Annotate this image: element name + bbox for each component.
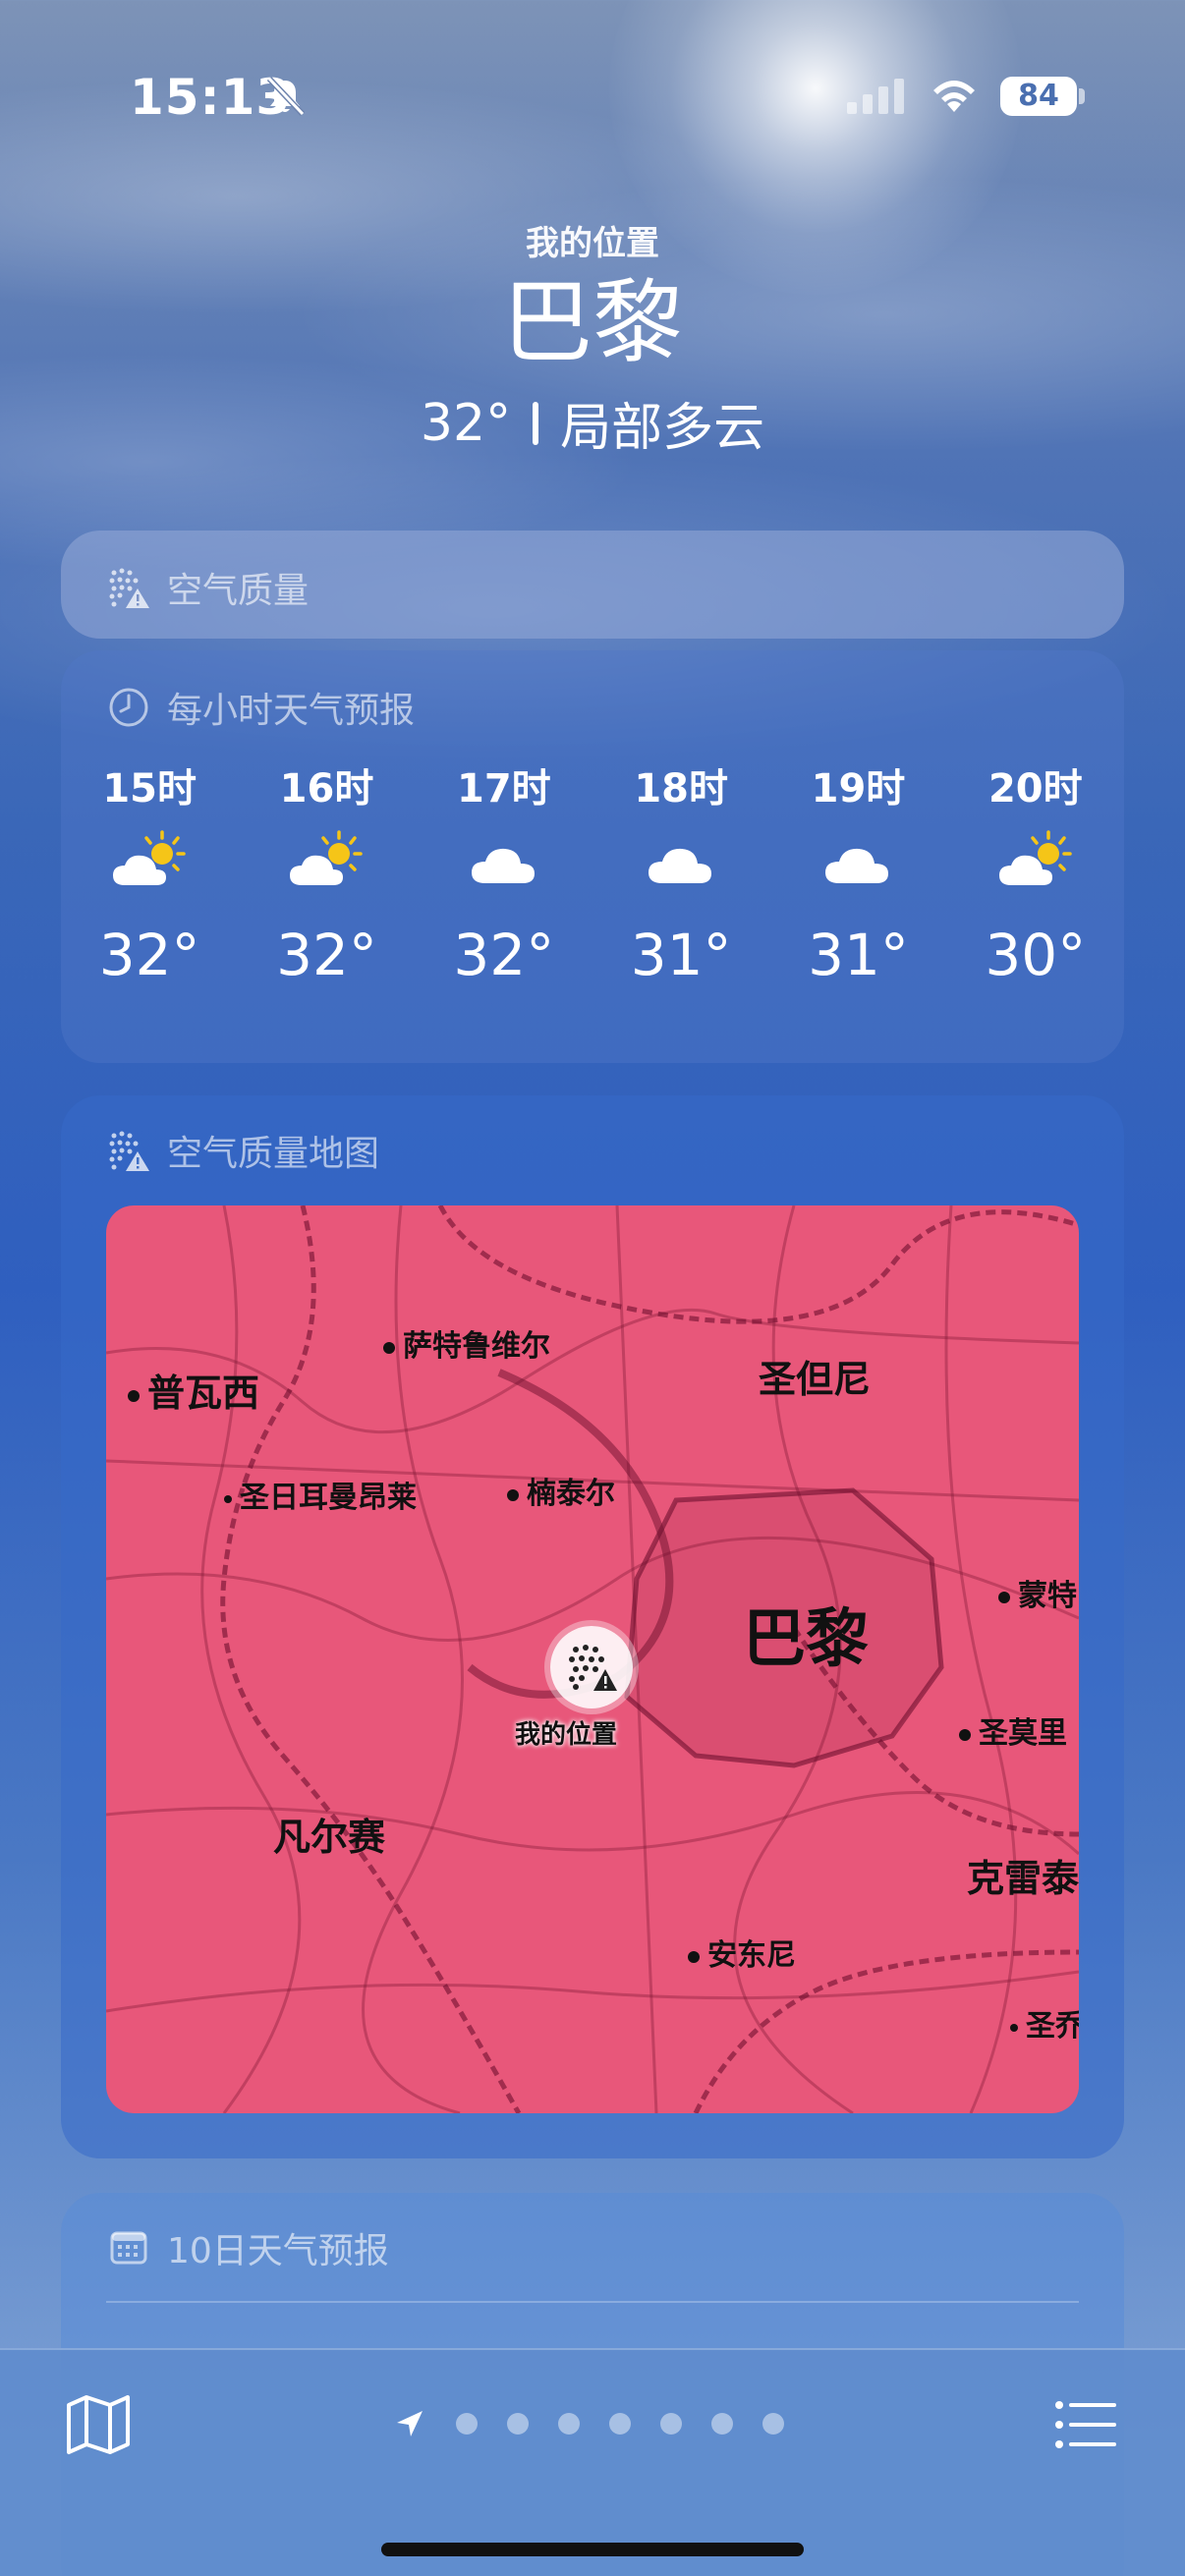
cloud-icon: [825, 848, 889, 883]
hour-item: 18时 31°: [592, 756, 769, 988]
map-place-versailles: 凡尔赛: [273, 1816, 386, 1859]
hour-time: 20时: [988, 766, 1083, 812]
page-dot[interactable]: [558, 2413, 580, 2435]
air-quality-warning-icon: [569, 1645, 617, 1691]
location-arrow-icon[interactable]: [393, 2407, 426, 2440]
air-quality-label: 空气质量: [167, 571, 310, 611]
hour-temperature: 30°: [985, 922, 1087, 988]
page-dot[interactable]: [507, 2413, 529, 2435]
bottom-toolbar: [0, 2348, 1185, 2576]
separator: [533, 401, 539, 445]
hour-time: 16时: [279, 766, 374, 812]
air-quality-map-label: 空气质量地图: [167, 1134, 380, 1174]
hour-time: 18时: [634, 766, 728, 812]
cloud-icon: [471, 848, 535, 883]
my-location-label: 我的位置: [515, 1720, 618, 1750]
ten-day-forecast-title: 10日天气预报: [106, 2222, 389, 2273]
location-label: 我的位置: [526, 224, 659, 263]
map-place-paris: 巴黎: [743, 1603, 869, 1676]
location-header: 我的位置 巴黎 32° 局部多云: [0, 216, 1185, 460]
city-name: 巴黎: [501, 270, 683, 375]
air-quality-card[interactable]: 空气质量: [61, 531, 1124, 639]
hour-temperature: 32°: [453, 922, 555, 988]
page-dot[interactable]: [609, 2413, 631, 2435]
hour-temperature: 31°: [630, 922, 732, 988]
hour-item: 16时 32°: [238, 756, 415, 988]
hourly-forecast-title: 每小时天气预报: [106, 682, 415, 733]
calendar-icon: [110, 2231, 147, 2265]
map-place-antony: 安东尼: [688, 1931, 796, 1974]
hour-item: 17时 32°: [416, 756, 592, 988]
hourly-list[interactable]: 15时 32° 16时 32° 17时 32° 18时 31° 19时 31° …: [61, 756, 1124, 988]
weather-summary: 32° 局部多云: [0, 386, 1185, 460]
air-quality-warning-icon: [109, 1131, 149, 1171]
battery-icon: 84: [1000, 77, 1077, 116]
map-place-nanterre: 楠泰尔: [507, 1469, 615, 1512]
list-icon[interactable]: [1049, 2389, 1120, 2460]
hour-time: 15时: [102, 766, 197, 812]
hourly-forecast-card: 每小时天气预报 15时 32° 16时 32° 17时 32° 18时 31° …: [61, 650, 1124, 1063]
partly-cloudy-sun-icon: [290, 830, 364, 885]
air-quality-warning-icon: [109, 568, 149, 608]
map-place-creteil: 克雷泰: [967, 1857, 1079, 1900]
divider: [106, 2301, 1079, 2303]
map-place-montreuil: 蒙特: [998, 1571, 1077, 1614]
hour-temperature: 32°: [276, 922, 377, 988]
partly-cloudy-sun-icon: [998, 830, 1072, 885]
page-dot[interactable]: [660, 2413, 682, 2435]
map-place-poissy: 普瓦西: [128, 1363, 259, 1417]
air-quality-map[interactable]: 普瓦西 萨特鲁维尔 圣但尼 圣日耳曼昂莱 楠泰尔 巴黎 蒙特 圣莫里 凡尔赛 克…: [106, 1205, 1079, 2113]
hour-temperature: 31°: [808, 922, 909, 988]
map-place-saint-genevieve: 圣乔: [1010, 2001, 1079, 2044]
map-place-saint-germain: 圣日耳曼昂莱: [224, 1473, 417, 1516]
hour-item: 19时 31°: [769, 756, 946, 988]
page-dot[interactable]: [456, 2413, 478, 2435]
ten-day-forecast-label: 10日天气预报: [167, 2231, 389, 2271]
hour-time: 17时: [456, 766, 551, 812]
hour-item: 15时 32°: [61, 756, 238, 988]
bell-slash-icon: [266, 76, 306, 117]
clock-icon: [109, 688, 148, 727]
map-place-sartrouville: 萨特鲁维尔: [383, 1321, 550, 1365]
page-dot[interactable]: [762, 2413, 784, 2435]
status-bar: 15:13 84: [0, 0, 1185, 196]
current-temperature: 32°: [420, 393, 512, 453]
map-icon[interactable]: [63, 2389, 134, 2460]
hour-time: 19时: [811, 766, 906, 812]
map-place-saint-maur: 圣莫里: [959, 1708, 1067, 1752]
hourly-forecast-label: 每小时天气预报: [167, 691, 416, 731]
battery-tip: [1079, 88, 1085, 104]
air-quality-map-card: 空气质量地图 普瓦西 萨特鲁维尔 圣但尼 圣日耳曼昂莱 楠泰尔 巴黎 蒙特 圣莫…: [61, 1095, 1124, 2158]
hour-item: 20时 30°: [947, 756, 1124, 988]
cellular-signal-icon: [847, 79, 904, 114]
air-quality-map-title: 空气质量地图: [106, 1125, 379, 1176]
cloud-icon: [649, 848, 712, 883]
partly-cloudy-sun-icon: [113, 830, 186, 885]
page-indicator[interactable]: [393, 2407, 784, 2440]
current-condition: 局部多云: [560, 399, 765, 458]
map-place-saint-denis: 圣但尼: [759, 1358, 872, 1401]
page-dot[interactable]: [711, 2413, 733, 2435]
air-quality-title: 空气质量: [106, 562, 309, 613]
my-location-pin[interactable]: [550, 1626, 633, 1708]
hour-temperature: 32°: [98, 922, 200, 988]
home-indicator: [381, 2543, 804, 2556]
wifi-icon: [933, 81, 975, 112]
